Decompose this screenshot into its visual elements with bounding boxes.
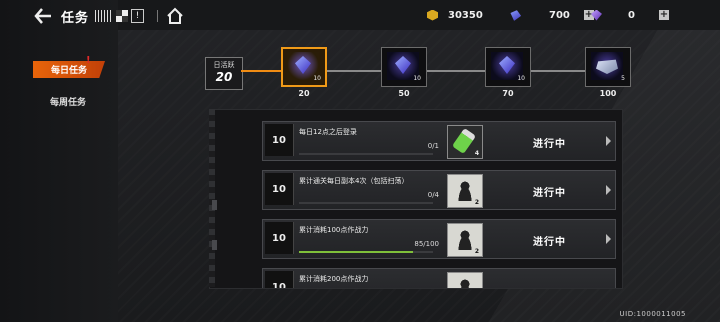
reward-item[interactable]: 4 (447, 125, 483, 159)
chest-threshold: 100 (599, 89, 617, 98)
task-row[interactable]: 10 累计消耗100点作战力 85/100 2 进行中 (262, 219, 616, 259)
activity-track (327, 70, 381, 72)
task-points: 10 (265, 173, 294, 205)
gold-coin-icon (427, 9, 438, 21)
card-icon (455, 228, 475, 250)
activity-chest-20[interactable]: 10 (281, 47, 327, 87)
barcode-decor-icon (95, 10, 114, 22)
divider (157, 10, 158, 22)
task-status: 进行中 (533, 188, 566, 199)
scroll-grip (212, 240, 217, 250)
chest-count: 10 (517, 75, 525, 82)
premium-amount: 0 (628, 9, 635, 21)
activity-track-done (241, 70, 281, 72)
reward-item[interactable]: 2 (447, 223, 483, 257)
tab-weekly-tasks[interactable]: 每周任务 (50, 95, 86, 108)
activity-value: 20 (215, 70, 233, 84)
resource-premium: 0 + (591, 8, 669, 22)
task-progress: 85/100 (414, 240, 439, 248)
chest-threshold: 20 (298, 89, 310, 98)
qr-decor-icon (116, 10, 129, 22)
arrow-right-icon (606, 234, 611, 244)
task-progress-bar (299, 153, 433, 155)
reward-count: 2 (474, 248, 479, 255)
page-title-group: 任务 ! (58, 7, 148, 26)
info-icon[interactable]: ! (131, 9, 145, 23)
task-row[interactable]: 10 累计消耗200点作战力 (262, 268, 616, 288)
reward-count: 2 (474, 199, 479, 206)
premium-crystal-icon (591, 9, 602, 21)
task-status: 进行中 (533, 139, 566, 150)
task-progress-fill (299, 251, 413, 253)
reward-item[interactable]: 2 (447, 174, 483, 208)
notification-badge: ! (86, 55, 91, 66)
tab-weekly-label: 每周任务 (50, 98, 87, 108)
daily-activity-box: 日活跃 20 (205, 57, 243, 90)
activity-label: 日活跃 (213, 61, 235, 69)
chest-count: 5 (621, 75, 625, 82)
task-points: 10 (265, 222, 294, 254)
task-progress-bar (299, 202, 433, 204)
task-row[interactable]: 10 累计通关每日副本4次（包括扫荡） 0/4 2 进行中 (262, 170, 616, 210)
activity-track (531, 70, 585, 72)
task-points: 10 (265, 271, 294, 288)
task-name: 每日12点之后登录 (299, 128, 357, 136)
task-name: 累计消耗200点作战力 (299, 275, 369, 283)
arrow-right-icon (606, 136, 611, 146)
back-arrow-icon[interactable] (34, 8, 52, 24)
chest-threshold: 50 (398, 89, 410, 98)
arrow-right-icon (606, 185, 611, 195)
crystal-icon (509, 8, 522, 21)
activity-track (427, 70, 485, 72)
task-progress: 0/4 (427, 191, 439, 199)
task-name: 累计通关每日副本4次（包括扫荡） (299, 177, 409, 185)
gold-amount: 30350 (448, 9, 483, 21)
home-icon[interactable] (166, 7, 184, 25)
sidebar-background (0, 0, 118, 322)
task-status: 进行中 (533, 237, 566, 248)
activity-chest-70[interactable]: 10 (485, 47, 531, 87)
card-icon (455, 179, 475, 201)
panel-side-rail (209, 109, 215, 287)
task-list-panel[interactable]: 10 每日12点之后登录 0/1 4 进行中 10 累计通关每日副本4次（包括扫… (209, 109, 623, 289)
chest-threshold: 70 (502, 89, 514, 98)
task-progress: 0/1 (427, 142, 439, 150)
activity-chest-50[interactable]: 10 (381, 47, 427, 87)
resource-crystal: 700 + (510, 8, 594, 22)
crystal-amount: 700 (549, 9, 570, 21)
scroll-grip (212, 200, 217, 210)
task-name: 累计消耗100点作战力 (299, 226, 369, 234)
task-progress-bar (299, 251, 433, 253)
task-points: 10 (265, 124, 294, 156)
resource-gold: 30350 (427, 8, 483, 22)
top-bar: 任务 ! 30350 700 + 0 + (0, 0, 720, 30)
tab-daily-label: 每日任务 (50, 66, 87, 76)
card-icon (455, 277, 475, 288)
chest-count: 10 (413, 75, 421, 82)
user-id: UID:1000011005 (619, 310, 686, 318)
reward-count: 4 (474, 150, 479, 157)
page-title: 任务 (61, 10, 90, 26)
chest-count: 10 (313, 75, 321, 82)
reward-item[interactable] (447, 272, 483, 288)
add-premium-button[interactable]: + (658, 10, 669, 20)
task-row[interactable]: 10 每日12点之后登录 0/1 4 进行中 (262, 121, 616, 161)
vial-icon (451, 127, 477, 155)
activity-chest-100[interactable]: 5 (585, 47, 631, 87)
